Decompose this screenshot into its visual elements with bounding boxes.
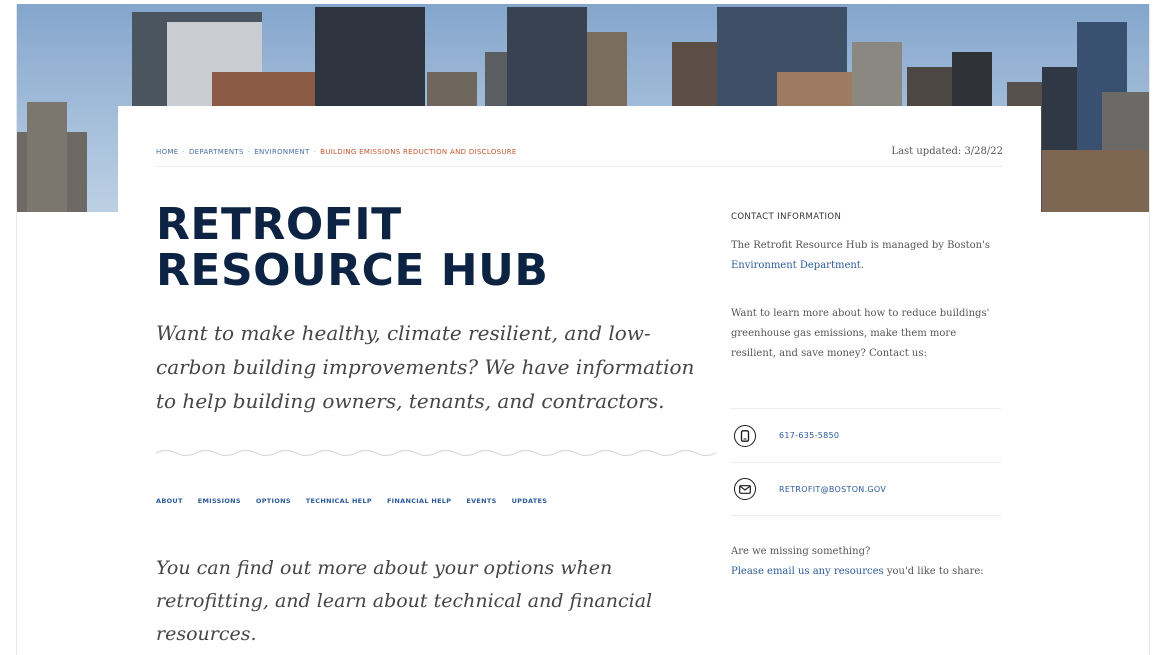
email-resources-link[interactable]: Please email us any resources [731, 566, 884, 577]
email-icon [734, 478, 756, 500]
page-title-line-1: RETROFIT [156, 199, 402, 250]
tab-financial-help[interactable]: FINANCIAL HELP [387, 497, 451, 505]
phone-link[interactable]: 617-635-5850 [779, 431, 839, 440]
tab-events[interactable]: EVENTS [466, 497, 496, 505]
learn-more-text: Want to learn more about how to reduce b… [731, 308, 990, 359]
tab-updates[interactable]: UPDATES [512, 497, 548, 505]
page-title-line-2: RESOURCE HUB [156, 245, 549, 296]
email-link[interactable]: RETROFIT@BOSTON.GOV [779, 485, 886, 494]
sidebar-heading: CONTACT INFORMATION [731, 212, 842, 222]
breadcrumb-departments[interactable]: DEPARTMENTS [189, 148, 244, 156]
email-row: RETROFIT@BOSTON.GOV [731, 462, 1001, 516]
breadcrumb-current: BUILDING EMISSIONS REDUCTION AND DISCLOS… [320, 148, 517, 156]
page-title: RETROFIT RESOURCE HUB [156, 202, 548, 294]
missing-text: Are we missing something? [731, 546, 871, 557]
resources-request: Please email us any resources you'd like… [731, 566, 984, 577]
tab-emissions[interactable]: EMISSIONS [198, 497, 241, 505]
tab-about[interactable]: ABOUT [156, 497, 183, 505]
phone-row: 617-635-5850 [731, 408, 1001, 462]
section-tabs: ABOUT EMISSIONS OPTIONS TECHNICAL HELP F… [156, 497, 547, 505]
breadcrumb: HOME · DEPARTMENTS · ENVIRONMENT · BUILDING EM… [156, 148, 517, 156]
breadcrumb-environment[interactable]: ENVIRONMENT [254, 148, 309, 156]
content-card: HOME · DEPARTMENTS · ENVIRONMENT · BUILDING EM… [118, 106, 1041, 655]
phone-icon [734, 424, 756, 447]
wave-divider [156, 449, 716, 457]
contact-list: 617-635-5850 RETROFIT@BOSTON.GOV [731, 408, 1001, 516]
managed-by-text: The Retrofit Resource Hub is managed by … [731, 240, 990, 271]
divider [156, 166, 1003, 167]
tab-technical-help[interactable]: TECHNICAL HELP [306, 497, 372, 505]
page-frame: HOME · DEPARTMENTS · ENVIRONMENT · BUILDING EM… [16, 4, 1150, 655]
breadcrumb-home[interactable]: HOME [156, 148, 178, 156]
last-updated: Last updated: 3/28/22 [891, 146, 1003, 157]
tab-options[interactable]: OPTIONS [256, 497, 291, 505]
environment-department-link[interactable]: Environment Department [731, 260, 861, 271]
intro-text: You can find out more about your options… [156, 557, 653, 645]
page-lede: Want to make healthy, climate resilient,… [156, 321, 695, 413]
contact-sidebar: CONTACT INFORMATION The Retrofit Resourc… [731, 212, 1001, 582]
